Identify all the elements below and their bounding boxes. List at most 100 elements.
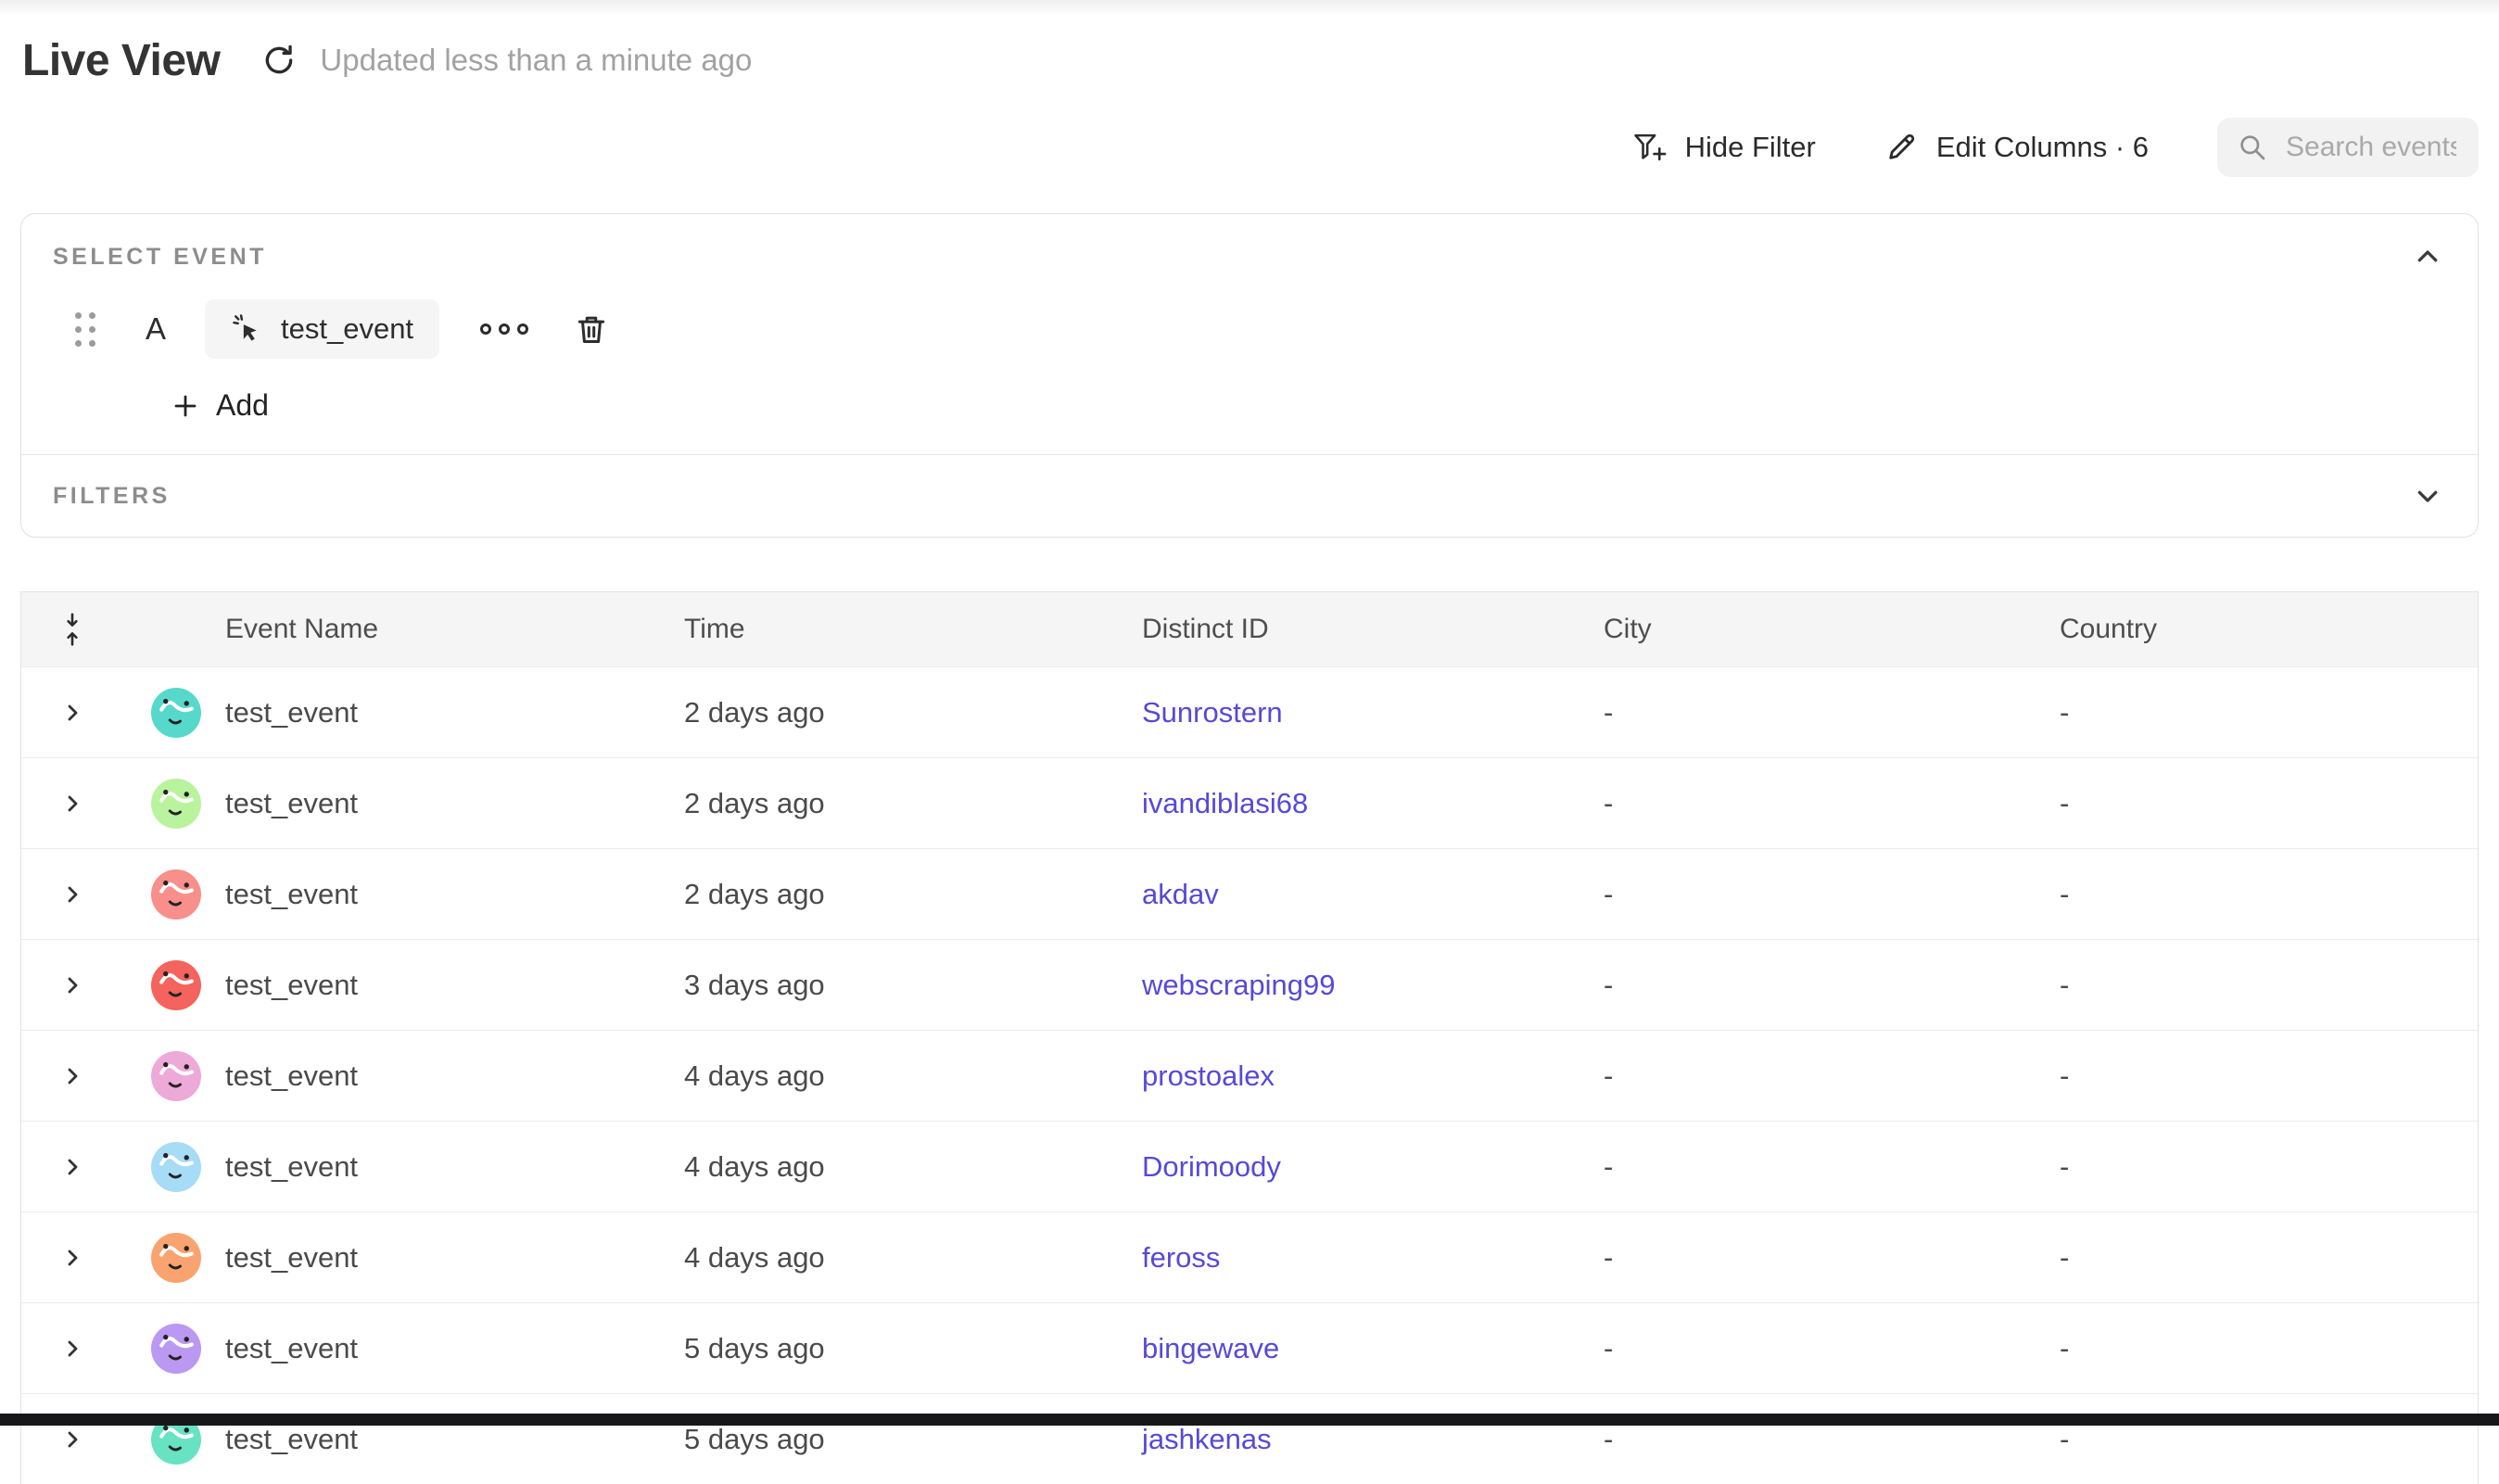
event-selector-chip[interactable]: test_event — [205, 299, 439, 359]
chevron-right-icon — [61, 974, 83, 996]
table-row: test_event 5 days ago bingewave - - — [21, 1302, 2478, 1393]
edit-columns-label: Edit Columns · 6 — [1936, 131, 2149, 164]
table-row: test_event 3 days ago webscraping99 - - — [21, 939, 2478, 1030]
page-header: Live View Updated less than a minute ago — [22, 33, 2479, 87]
distinct-id-link[interactable]: ivandiblasi68 — [1142, 787, 1308, 819]
delete-event-button[interactable] — [571, 309, 612, 349]
dot-icon — [480, 323, 491, 335]
event-query-row: A test_event — [75, 299, 2446, 359]
expand-row-button[interactable] — [56, 969, 89, 1002]
add-event-button[interactable]: Add — [171, 388, 269, 423]
toolbar: Hide Filter Edit Columns · 6 — [20, 117, 2479, 178]
distinct-id-link[interactable]: feross — [1142, 1241, 1220, 1274]
cell-event-name: test_event — [225, 1241, 684, 1275]
cell-event-name: test_event — [225, 787, 684, 820]
edit-columns-button[interactable]: Edit Columns · 6 — [1884, 131, 2149, 164]
refresh-button[interactable] — [259, 40, 299, 81]
drag-handle[interactable] — [75, 312, 95, 347]
filters-label: FILTERS — [53, 483, 171, 510]
cell-time: 5 days ago — [684, 1423, 1142, 1456]
cell-city: - — [1604, 878, 2060, 911]
distinct-id-link[interactable]: akdav — [1142, 878, 1219, 910]
cell-country: - — [2060, 1332, 2478, 1365]
cell-city: - — [1604, 969, 2060, 1002]
hide-filter-button[interactable]: Hide Filter — [1633, 131, 1816, 164]
cell-time: 2 days ago — [684, 787, 1142, 820]
dot-icon — [517, 323, 528, 335]
expand-filters-button[interactable] — [2409, 477, 2446, 514]
user-avatar — [151, 1142, 201, 1192]
chevron-right-icon — [61, 702, 83, 724]
refresh-icon — [261, 43, 297, 78]
expand-row-button[interactable] — [56, 696, 89, 729]
expand-row-button[interactable] — [56, 1150, 89, 1184]
chevron-right-icon — [61, 1338, 83, 1360]
user-avatar — [151, 869, 201, 920]
event-row-letter: A — [140, 311, 171, 347]
distinct-id-link[interactable]: webscraping99 — [1142, 969, 1336, 1001]
cell-city: - — [1604, 787, 2060, 820]
expand-row-button[interactable] — [56, 1059, 89, 1093]
avatar-face-icon — [151, 688, 201, 738]
expand-row-button[interactable] — [56, 1332, 89, 1365]
pencil-icon — [1884, 131, 1918, 164]
top-edge-strip — [0, 0, 2499, 15]
live-view-page: Live View Updated less than a minute ago… — [0, 33, 2499, 1484]
cell-event-name: test_event — [225, 1059, 684, 1093]
distinct-id-link[interactable]: prostoalex — [1142, 1059, 1275, 1092]
updated-status-text: Updated less than a minute ago — [320, 43, 752, 78]
cell-city: - — [1604, 1059, 2060, 1093]
distinct-id-link[interactable]: Dorimoody — [1142, 1150, 1281, 1183]
cell-time: 4 days ago — [684, 1241, 1142, 1275]
cell-country: - — [2060, 1241, 2478, 1275]
cell-country: - — [2060, 969, 2478, 1002]
distinct-id-link[interactable]: Sunrostern — [1142, 696, 1283, 729]
table-row: test_event 4 days ago Dorimoody - - — [21, 1121, 2478, 1211]
avatar-face-icon — [151, 1233, 201, 1283]
chevron-right-icon — [61, 1247, 83, 1269]
expand-row-button[interactable] — [56, 1241, 89, 1275]
cell-city: - — [1604, 1332, 2060, 1365]
event-options-menu-button[interactable] — [475, 318, 534, 340]
cell-event-name: test_event — [225, 1332, 684, 1365]
bottom-edge-bar — [0, 1414, 2499, 1426]
cell-time: 4 days ago — [684, 1150, 1142, 1184]
cell-country: - — [2060, 1423, 2478, 1456]
select-event-label: SELECT EVENT — [53, 244, 267, 271]
distinct-id-link[interactable]: jashkenas — [1142, 1423, 1272, 1455]
cell-time: 2 days ago — [684, 878, 1142, 911]
table-row: test_event 2 days ago ivandiblasi68 - - — [21, 757, 2478, 848]
trash-icon — [574, 311, 609, 347]
table-row: test_event 2 days ago Sunrostern - - — [21, 666, 2478, 757]
click-cursor-icon — [231, 312, 264, 346]
filter-plus-icon — [1633, 131, 1667, 164]
search-events-input[interactable] — [2284, 131, 2458, 164]
chevron-right-icon — [61, 1065, 83, 1087]
avatar-face-icon — [151, 869, 201, 920]
cell-country: - — [2060, 1059, 2478, 1093]
cell-event-name: test_event — [225, 1423, 684, 1456]
event-chip-label: test_event — [281, 312, 413, 346]
cell-event-name: test_event — [225, 969, 684, 1002]
cell-city: - — [1604, 1150, 2060, 1184]
query-builder-panel: SELECT EVENT A — [20, 213, 2479, 538]
chevron-right-icon — [61, 1428, 83, 1451]
cell-time: 5 days ago — [684, 1332, 1142, 1365]
table-row: test_event 2 days ago akdav - - — [21, 848, 2478, 939]
expand-row-button[interactable] — [56, 878, 89, 911]
column-header-distinct-id: Distinct ID — [1142, 614, 1604, 645]
collapse-all-rows-button[interactable] — [54, 609, 91, 650]
cell-city: - — [1604, 1423, 2060, 1456]
chevron-right-icon — [61, 793, 83, 815]
dot-icon — [499, 323, 510, 335]
avatar-face-icon — [151, 1324, 201, 1374]
add-button-label: Add — [216, 388, 269, 423]
cell-event-name: test_event — [225, 1150, 684, 1184]
cell-time: 4 days ago — [684, 1059, 1142, 1093]
expand-row-button[interactable] — [56, 1423, 89, 1456]
collapse-select-event-button[interactable] — [2409, 238, 2446, 275]
expand-row-button[interactable] — [56, 787, 89, 820]
table-row: test_event 4 days ago prostoalex - - — [21, 1030, 2478, 1121]
cell-city: - — [1604, 696, 2060, 729]
distinct-id-link[interactable]: bingewave — [1142, 1332, 1279, 1364]
